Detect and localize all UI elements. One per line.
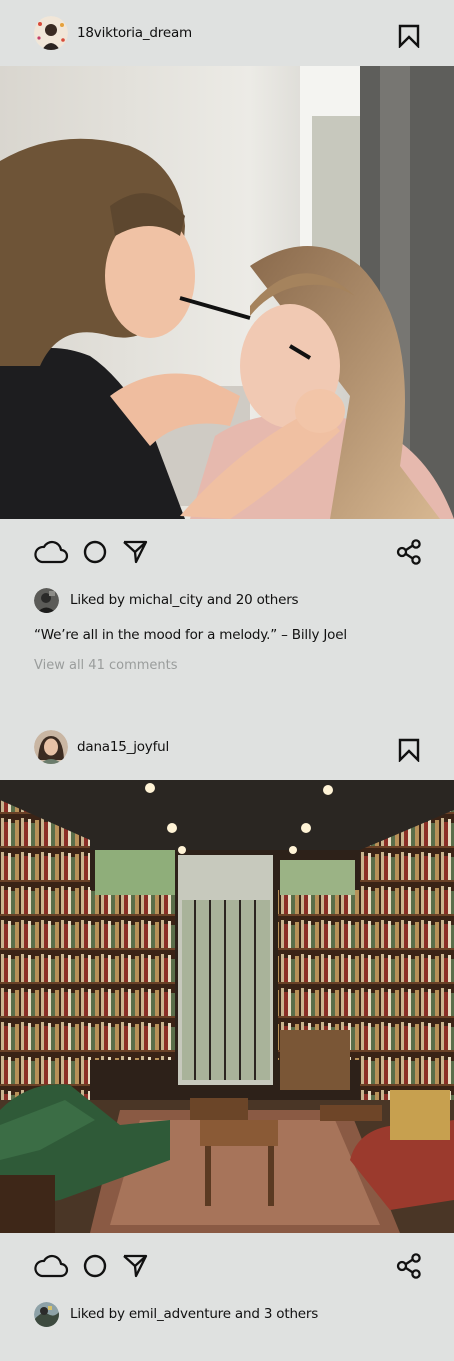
circle-icon[interactable] [83, 1254, 107, 1278]
caption: “We’re all in the mood for a melody.” – … [34, 627, 347, 643]
liker-avatar[interactable] [34, 1301, 59, 1327]
cloud-icon[interactable] [33, 1253, 69, 1279]
post: 18viktoria_dream Liked by michal_city an… [0, 0, 454, 676]
likes-text[interactable]: Liked by emil_adventure and 3 others [70, 1306, 318, 1322]
post: dana15_joyful Liked by emil_adventure an… [0, 714, 454, 1327]
send-icon[interactable] [122, 540, 148, 564]
send-icon[interactable] [122, 1254, 148, 1278]
post-photo [0, 780, 454, 1233]
bookmark-icon[interactable] [398, 738, 420, 762]
post-actions [0, 1233, 454, 1301]
avatar[interactable] [34, 730, 68, 764]
username[interactable]: dana15_joyful [77, 739, 169, 755]
likes-row: Liked by michal_city and 20 others [0, 587, 454, 613]
post-header: 18viktoria_dream [0, 0, 454, 66]
likes-row: Liked by emil_adventure and 3 others [0, 1301, 454, 1327]
liker-avatar[interactable] [34, 587, 59, 613]
post-photo [0, 66, 454, 519]
share-icon[interactable] [396, 1253, 422, 1279]
cloud-icon[interactable] [33, 539, 69, 565]
post-actions [0, 519, 454, 587]
bookmark-icon[interactable] [398, 24, 420, 48]
avatar[interactable] [34, 16, 68, 50]
likes-text[interactable]: Liked by michal_city and 20 others [70, 592, 299, 608]
post-header: dana15_joyful [0, 714, 454, 780]
username[interactable]: 18viktoria_dream [77, 25, 192, 41]
share-icon[interactable] [396, 539, 422, 565]
circle-icon[interactable] [83, 540, 107, 564]
view-comments-link[interactable]: View all 41 comments [0, 656, 454, 676]
